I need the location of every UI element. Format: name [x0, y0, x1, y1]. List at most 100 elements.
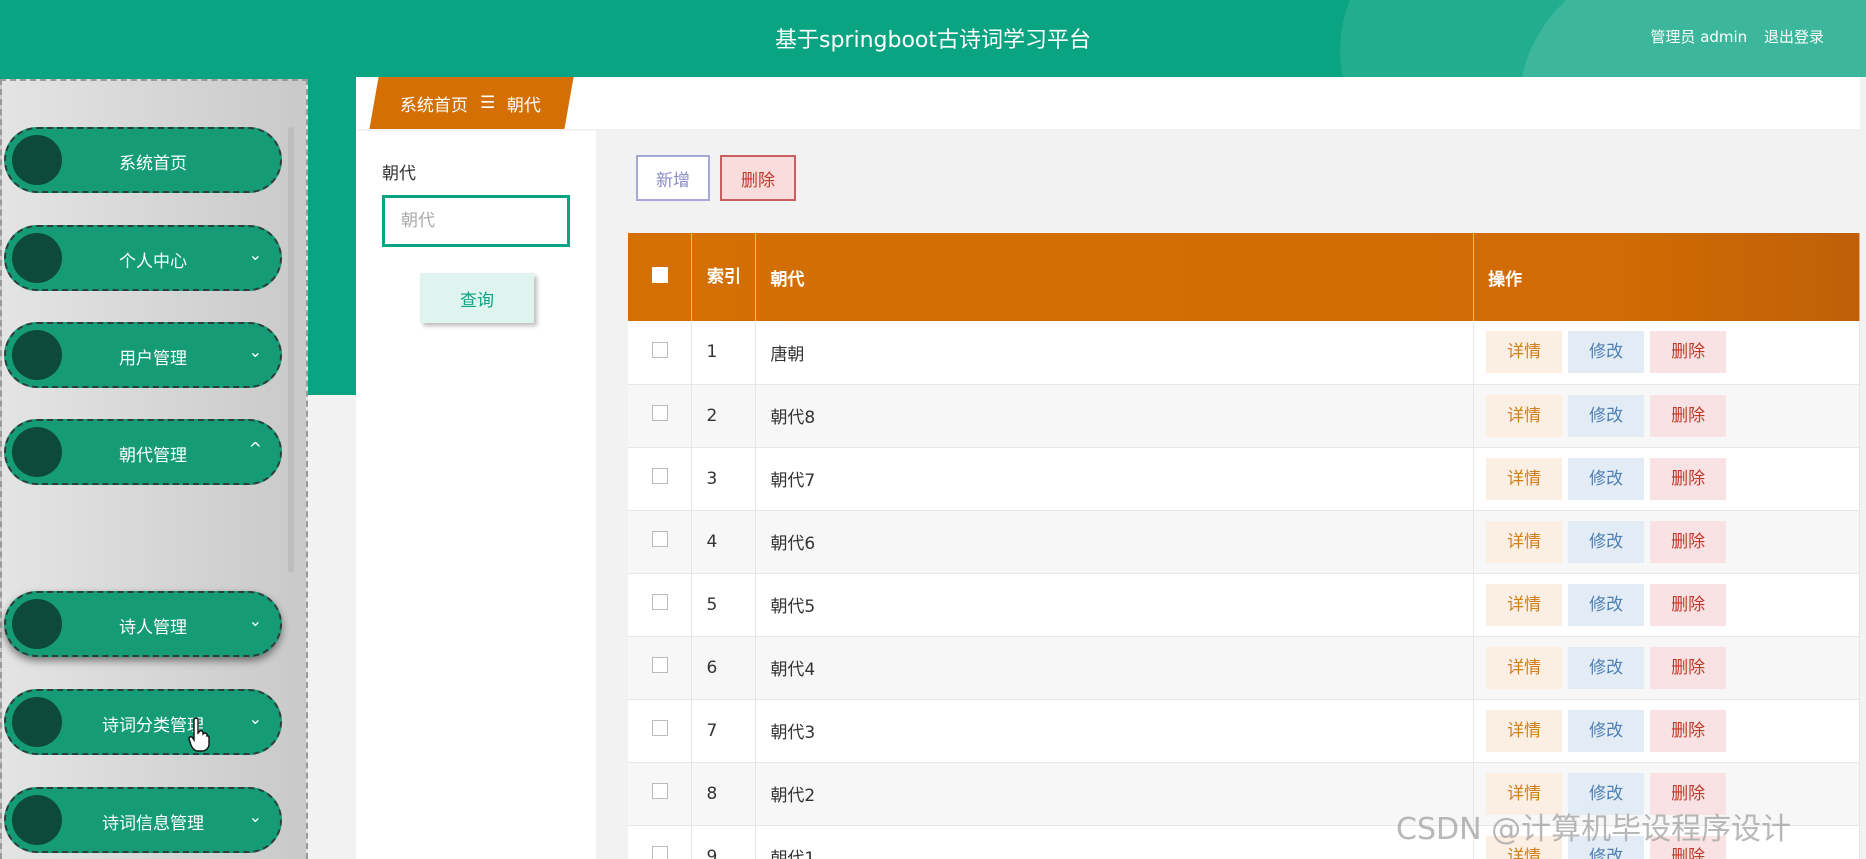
- row-actions: 详情 修改 删除: [1473, 321, 1860, 384]
- edit-button[interactable]: 修改: [1568, 646, 1645, 689]
- edit-button[interactable]: 修改: [1568, 583, 1645, 626]
- batch-delete-button[interactable]: 删除: [720, 155, 796, 201]
- sidebar-item-poem-info-management[interactable]: 诗词信息管理 ⌄: [4, 787, 282, 853]
- edit-button[interactable]: 修改: [1568, 394, 1645, 437]
- breadcrumb-home[interactable]: 系统首页: [400, 91, 468, 116]
- detail-button[interactable]: 详情: [1486, 709, 1563, 752]
- sidebar-scrollbar[interactable]: [288, 127, 294, 573]
- sidebar-item-label: 诗词信息管理: [102, 814, 204, 834]
- edit-button[interactable]: 修改: [1568, 709, 1645, 752]
- delete-button[interactable]: 删除: [1650, 457, 1727, 500]
- row-index: 9: [691, 825, 757, 859]
- row-select-cell: [628, 762, 693, 825]
- row-select-cell: [628, 447, 693, 510]
- detail-button[interactable]: 详情: [1486, 394, 1563, 437]
- row-checkbox[interactable]: [651, 783, 668, 799]
- sidebar-item-personal-center[interactable]: 个人中心 ⌄: [4, 225, 282, 291]
- row-select-cell: [628, 384, 693, 447]
- search-input[interactable]: [382, 195, 570, 247]
- search-button[interactable]: 查询: [420, 273, 534, 323]
- row-dynasty-name: 朝代1: [755, 825, 1475, 859]
- detail-button[interactable]: 详情: [1486, 646, 1563, 689]
- search-label: 朝代: [382, 164, 416, 184]
- row-select-cell: [628, 699, 693, 762]
- select-all-cell: [628, 233, 693, 321]
- breadcrumb-separator-icon: ☰: [480, 93, 496, 113]
- edit-button[interactable]: 修改: [1568, 331, 1645, 374]
- sidebar-item-poet-management[interactable]: 诗人管理 ⌄: [4, 591, 282, 657]
- sidebar-item-user-management[interactable]: 用户管理 ⌄: [4, 322, 282, 388]
- sidebar-item-label: 诗人管理: [119, 618, 187, 638]
- row-select-cell: [628, 825, 693, 859]
- row-dynasty-name: 唐朝: [755, 321, 1475, 384]
- detail-button[interactable]: 详情: [1486, 331, 1563, 374]
- row-actions: 详情 修改 删除: [1473, 510, 1860, 573]
- delete-button[interactable]: 删除: [1650, 520, 1727, 563]
- chevron-down-icon: ⌄: [248, 611, 262, 630]
- row-checkbox[interactable]: [651, 405, 668, 421]
- sidebar-item-home[interactable]: 系统首页: [4, 127, 282, 193]
- row-select-cell: [628, 510, 693, 573]
- edit-button[interactable]: 修改: [1568, 457, 1645, 500]
- user-role-label: 管理员 admin: [1650, 28, 1748, 46]
- breadcrumb: 系统首页 ☰ 朝代: [369, 77, 574, 129]
- row-checkbox[interactable]: [651, 468, 668, 484]
- row-actions: 详情 修改 删除: [1473, 384, 1860, 447]
- table-row: 5 朝代5 详情 修改 删除: [628, 573, 1860, 636]
- sidebar-item-dynasty-management[interactable]: 朝代管理 ^: [4, 419, 282, 485]
- select-all-checkbox[interactable]: [651, 266, 668, 283]
- row-checkbox[interactable]: [651, 594, 668, 610]
- edit-button[interactable]: 修改: [1568, 520, 1645, 563]
- sidebar-item-label: 用户管理: [119, 349, 187, 369]
- delete-button[interactable]: 删除: [1650, 646, 1727, 689]
- detail-button[interactable]: 详情: [1486, 457, 1563, 500]
- breadcrumb-bar: 系统首页 ☰ 朝代: [356, 77, 1860, 129]
- delete-button[interactable]: 删除: [1650, 583, 1727, 626]
- row-checkbox[interactable]: [651, 846, 668, 859]
- delete-button[interactable]: 删除: [1650, 709, 1727, 752]
- row-checkbox[interactable]: [651, 720, 668, 736]
- row-dynasty-name: 朝代2: [755, 762, 1475, 825]
- menu-knob-icon: [12, 427, 62, 477]
- chevron-down-icon: ⌄: [248, 709, 262, 728]
- top-header: 基于springboot古诗词学习平台 管理员 admin 退出登录: [0, 0, 1866, 77]
- add-button[interactable]: 新增: [636, 155, 710, 201]
- table-row: 4 朝代6 详情 修改 删除: [628, 510, 1860, 573]
- watermark: CSDN @计算机毕设程序设计: [1396, 812, 1792, 847]
- menu-knob-icon: [12, 135, 62, 185]
- search-panel: 朝代 查询: [356, 131, 596, 859]
- row-index: 7: [691, 699, 757, 762]
- row-select-cell: [628, 573, 693, 636]
- row-index: 3: [691, 447, 757, 510]
- row-dynasty-name: 朝代8: [755, 384, 1475, 447]
- user-area: 管理员 admin 退出登录: [1638, 26, 1824, 47]
- detail-button[interactable]: 详情: [1486, 520, 1563, 563]
- sidebar-item-label: 朝代管理: [119, 446, 187, 466]
- sidebar-item-poem-category-management[interactable]: 诗词分类管理 ⌄: [4, 689, 282, 755]
- row-select-cell: [628, 636, 693, 699]
- row-actions: 详情 修改 删除: [1473, 699, 1860, 762]
- menu-knob-icon: [12, 697, 62, 747]
- row-actions: 详情 修改 删除: [1473, 447, 1860, 510]
- sidebar-item-label: 个人中心: [119, 252, 187, 272]
- row-dynasty-name: 朝代5: [755, 573, 1475, 636]
- detail-button[interactable]: 详情: [1486, 583, 1563, 626]
- row-index: 4: [691, 510, 757, 573]
- delete-button[interactable]: 删除: [1650, 331, 1727, 374]
- row-checkbox[interactable]: [651, 531, 668, 547]
- row-checkbox[interactable]: [651, 341, 668, 358]
- delete-button[interactable]: 删除: [1650, 394, 1727, 437]
- table-header-row: 索引 朝代 操作: [628, 233, 1860, 321]
- row-checkbox[interactable]: [651, 657, 668, 673]
- table-row: 1 唐朝 详情 修改 删除: [628, 321, 1860, 384]
- menu-knob-icon: [12, 330, 62, 380]
- table-row: 2 朝代8 详情 修改 删除: [628, 384, 1860, 447]
- logout-link[interactable]: 退出登录: [1764, 28, 1824, 46]
- hand-cursor-icon: [188, 717, 210, 752]
- row-actions: 详情 修改 删除: [1473, 573, 1860, 636]
- table-row: 7 朝代3 详情 修改 删除: [628, 699, 1860, 762]
- table-row: 3 朝代7 详情 修改 删除: [628, 447, 1860, 510]
- app-title: 基于springboot古诗词学习平台: [774, 28, 1091, 53]
- row-select-cell: [628, 321, 693, 384]
- chevron-up-icon: ^: [248, 439, 262, 458]
